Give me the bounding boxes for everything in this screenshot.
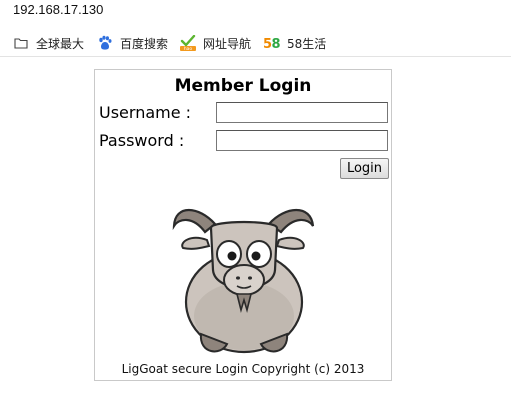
- password-input[interactable]: [216, 130, 388, 151]
- username-label: Username :: [99, 103, 192, 122]
- copyright-text: LigGoat secure Login Copyright (c) 2013: [121, 362, 365, 376]
- bookmark-site-navigation[interactable]: hao 网址导航: [179, 33, 251, 53]
- login-panel: Member Login Username : Password : Login…: [94, 69, 392, 381]
- 58-icon: 5 8: [263, 34, 281, 52]
- bookmark-58-life[interactable]: 5 8 58生活: [263, 33, 326, 53]
- password-label: Password :: [99, 131, 185, 150]
- bookmark-label: 58生活: [287, 36, 327, 51]
- svg-text:hao: hao: [184, 46, 193, 51]
- bookmark-global-largest[interactable]: 全球最大: [12, 33, 84, 53]
- svg-text:8: 8: [272, 37, 281, 51]
- username-input[interactable]: [216, 102, 388, 123]
- goat-mascot-image: [172, 209, 315, 354]
- address-bar-url[interactable]: 192.168.17.130: [13, 2, 103, 17]
- hao123-icon: hao: [179, 34, 197, 52]
- bookmark-baidu-search[interactable]: 百度搜索: [96, 33, 168, 53]
- login-title: Member Login: [174, 76, 312, 96]
- baidu-paw-icon: [96, 34, 114, 52]
- bookmark-label: 百度搜索: [120, 36, 169, 51]
- login-button[interactable]: Login: [340, 158, 389, 179]
- bookmark-label: 全球最大: [36, 36, 85, 51]
- bookmark-label: 网址导航: [203, 36, 252, 51]
- bookmarks-bar: 全球最大 百度搜索 hao 网址导航 5 8 58生活: [0, 30, 511, 57]
- folder-icon: [12, 34, 30, 52]
